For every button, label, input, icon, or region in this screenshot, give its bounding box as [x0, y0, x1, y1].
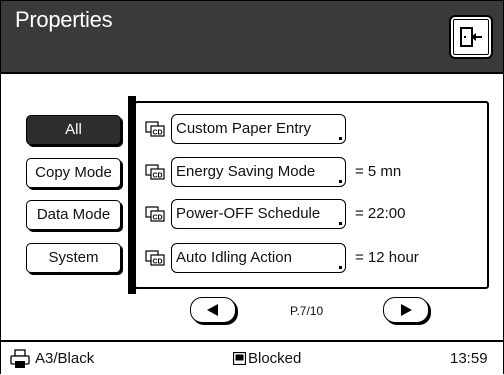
svg-text:CD: CD [153, 130, 163, 137]
blocked-square-icon [233, 352, 246, 365]
item-value: = 5 mn [355, 163, 402, 180]
triangle-left-icon [207, 304, 218, 316]
cd-icon: CD [145, 250, 165, 266]
exit-door-icon [460, 27, 482, 47]
category-all-button[interactable]: All [26, 115, 121, 145]
cd-icon: CD [145, 121, 165, 137]
category-system-button[interactable]: System [26, 243, 121, 273]
svg-text:CD: CD [153, 259, 163, 266]
clock-time: 13:59 [450, 350, 488, 367]
svg-text:CD: CD [153, 173, 163, 180]
svg-text:CD: CD [153, 215, 163, 222]
triangle-right-icon [401, 304, 412, 316]
blocked-status: Blocked [248, 350, 302, 367]
category-data-mode-button[interactable]: Data Mode [26, 200, 121, 230]
cd-icon: CD [145, 206, 165, 222]
cd-icon: CD [145, 164, 165, 180]
page-title: Properties [15, 7, 113, 32]
previous-page-button[interactable] [190, 297, 236, 323]
power-off-schedule-button[interactable]: Power-OFF Schedule [171, 199, 346, 229]
paper-status: A3/Black [35, 350, 95, 367]
item-value: = 12 hour [355, 249, 419, 266]
auto-idling-action-button[interactable]: Auto Idling Action [171, 243, 346, 273]
title-bar: Properties [1, 1, 503, 74]
custom-paper-entry-button[interactable]: Custom Paper Entry [171, 114, 346, 144]
status-bar: A3/Black Blocked 13:59 [1, 340, 503, 375]
page-indicator: P.7/10 [290, 304, 324, 318]
energy-saving-mode-button[interactable]: Energy Saving Mode [171, 157, 346, 187]
printer-paper-icon [10, 349, 30, 368]
exit-button[interactable] [449, 15, 493, 59]
next-page-button[interactable] [383, 297, 429, 323]
item-value: = 22:00 [355, 205, 406, 222]
category-copy-mode-button[interactable]: Copy Mode [26, 158, 121, 188]
